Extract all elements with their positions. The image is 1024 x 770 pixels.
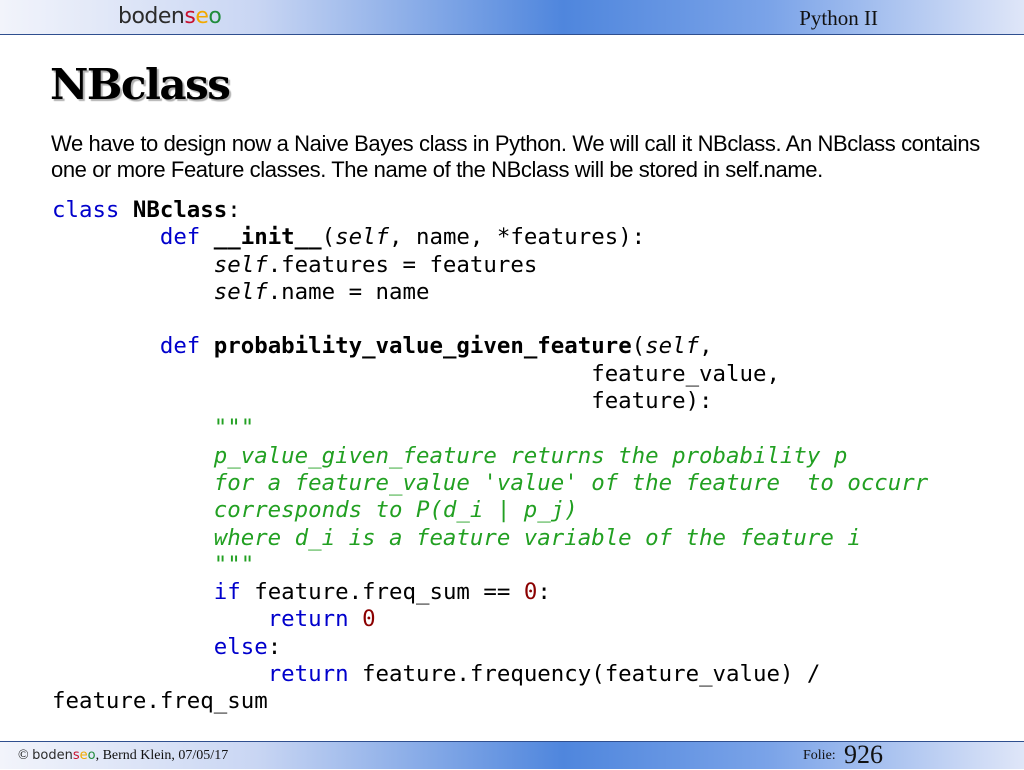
code-line: def __init__(self, name, *features): (52, 224, 1012, 251)
code-line: where d_i is a feature variable of the f… (52, 525, 1012, 552)
code-line: if feature.freq_sum == 0: (52, 579, 1012, 606)
code-token: corresponds to P(d_i | p_j) (52, 497, 578, 524)
course-title: Python II (799, 6, 878, 30)
code-line: self.name = name (52, 279, 1012, 306)
code-line: self.features = features (52, 252, 1012, 279)
code-block: class NBclass: def __init__(self, name, … (52, 197, 1012, 716)
code-line: feature.freq_sum (52, 688, 1012, 715)
code-token: self (213, 278, 268, 305)
code-token: """ (52, 415, 255, 442)
code-token: 0 (362, 606, 376, 633)
footer-copyright: © bodenseo, Bernd Klein, 07/05/17 (18, 748, 229, 763)
code-token: .features = features (267, 251, 538, 278)
code-token: else (213, 633, 268, 660)
folie-label: Folie: (803, 748, 836, 763)
code-token: return (267, 606, 349, 633)
code-line: """ (52, 415, 1012, 442)
code-token: self (213, 251, 268, 278)
code-line: else: (52, 634, 1012, 661)
code-token: self (335, 224, 390, 251)
code-token: , (699, 333, 713, 360)
code-line: p_value_given_feature returns the probab… (52, 443, 1012, 470)
code-line: return feature.frequency(feature_value) … (52, 661, 1012, 688)
code-token: p_value_given_feature returns the probab… (52, 442, 848, 469)
code-token: return (267, 661, 349, 688)
code-token: feature.freq_sum == (240, 579, 524, 606)
code-token: class (52, 197, 120, 223)
footer-bar: © bodenseo, Bernd Klein, 07/05/17 Folie:… (0, 740, 1024, 769)
page-number: 926 (844, 740, 883, 769)
code-token: feature.frequency(feature_value) / (348, 661, 821, 688)
intro-paragraph: We have to design now a Naive Bayes clas… (51, 131, 980, 182)
code-token: if (213, 579, 241, 606)
code-line: for a feature_value 'value' of the featu… (52, 470, 1012, 497)
code-token: : (537, 579, 551, 606)
code-token: def (159, 333, 201, 360)
code-token: probability_value_given_feature (213, 333, 632, 360)
bodenseo-logo: bodenseo (118, 4, 222, 29)
slide-title: NBclass (50, 60, 231, 109)
code-token: feature.freq_sum (52, 688, 268, 715)
code-token: __init__ (213, 224, 322, 251)
code-token: self (645, 333, 700, 360)
code-token: 0 (523, 579, 538, 606)
code-line: feature_value, (52, 361, 1012, 388)
code-line: class NBclass: (52, 197, 1012, 224)
code-line: feature): (52, 388, 1012, 415)
code-token: for a feature_value 'value' of the featu… (52, 469, 929, 496)
code-token: ( (321, 224, 336, 251)
code-token: : (227, 197, 241, 223)
code-token: : (267, 633, 282, 660)
code-line: """ (52, 552, 1012, 579)
code-token: where d_i is a feature variable of the f… (52, 524, 861, 551)
header-bar: bodenseo Python II (0, 0, 1024, 35)
code-token: ( (631, 333, 646, 360)
code-line: corresponds to P(d_i | p_j) (52, 497, 1012, 524)
code-token: feature_value, (52, 360, 780, 387)
code-line: def probability_value_given_feature(self… (52, 333, 1012, 360)
footer-logo: bodenseo (32, 748, 96, 763)
code-token: def (159, 224, 201, 251)
code-line: return 0 (52, 606, 1012, 633)
code-token: , name, *features): (389, 224, 646, 251)
code-token: """ (52, 551, 255, 578)
code-token: .name = name (267, 278, 430, 305)
code-token: feature): (52, 388, 713, 415)
code-token: NBclass (132, 197, 228, 223)
